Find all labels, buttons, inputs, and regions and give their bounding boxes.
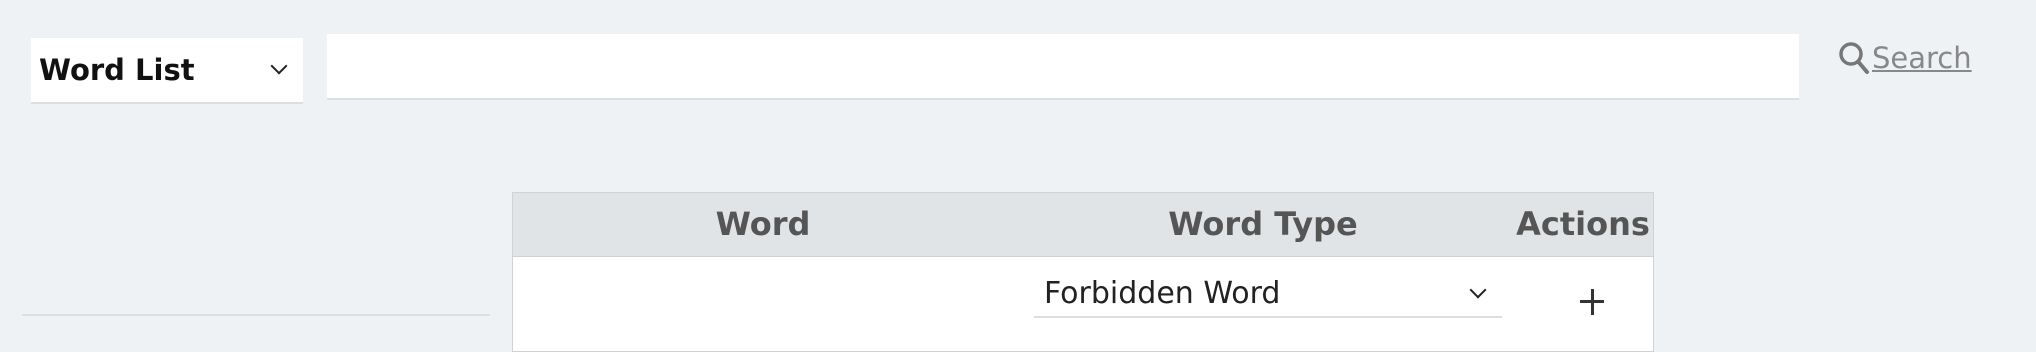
list-type-select[interactable]: Word List [31,38,303,104]
column-header-word-type: Word Type [1168,205,1358,243]
new-word-input[interactable] [22,266,490,316]
chevron-down-icon [270,57,288,75]
search-link[interactable]: Search [1838,38,1972,78]
column-header-word: Word [715,205,811,243]
toolbar: Word List Search [0,0,2036,120]
column-header-actions: Actions [1516,205,1650,243]
search-icon [1838,41,1870,75]
table-header: Word Word Type Actions [513,193,1653,257]
plus-icon-stroke [1590,289,1594,315]
search-input[interactable] [327,34,1799,100]
word-type-select-label: Forbidden Word [1044,275,1281,311]
add-word-button[interactable] [1572,282,1612,322]
list-type-select-label: Word List [39,53,195,87]
search-link-label: Search [1872,41,1972,75]
chevron-down-icon [1469,281,1487,299]
word-type-select[interactable]: Forbidden Word [1034,270,1502,318]
